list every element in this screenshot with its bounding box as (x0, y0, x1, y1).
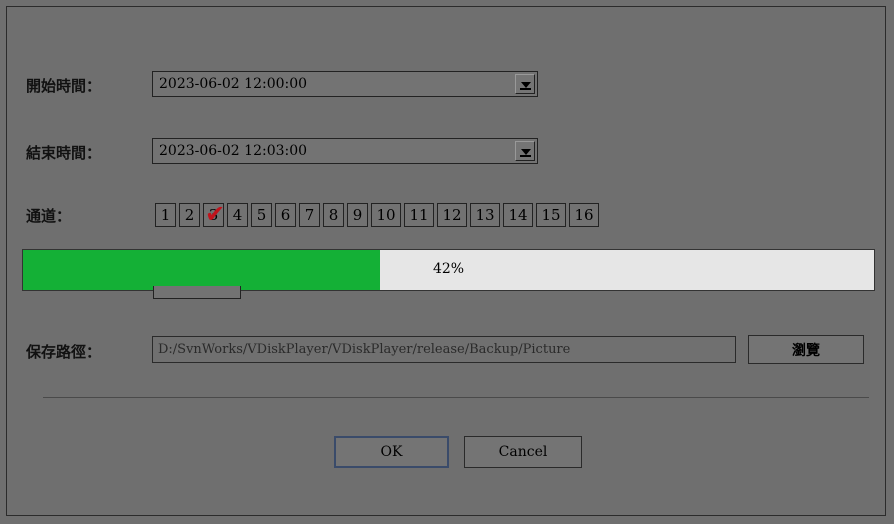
channel-number: 8 (328, 206, 339, 224)
channel-number: 12 (442, 206, 462, 224)
channel-checkbox-4[interactable]: 4 (227, 203, 248, 227)
channel-selector: 1 2 3 ✔ 4 5 6 7 8 9 10 11 12 13 14 15 16 (155, 200, 602, 228)
channel-checkbox-2[interactable]: 2 (179, 203, 200, 227)
channel-number: 11 (409, 206, 429, 224)
end-time-label: 結束時間： (26, 144, 102, 162)
browse-button[interactable]: 瀏覽 (748, 335, 864, 364)
channel-number: 13 (475, 206, 495, 224)
hidden-button (153, 286, 241, 299)
channel-checkbox-7[interactable]: 7 (299, 203, 320, 227)
channel-checkbox-9[interactable]: 9 (347, 203, 368, 227)
channel-checkbox-12[interactable]: 12 (437, 203, 467, 227)
channel-checkbox-3[interactable]: 3 ✔ (203, 200, 226, 228)
channel-number: 14 (508, 206, 528, 224)
start-time-combo[interactable]: 2023-06-02 12:00:00 (152, 71, 538, 97)
channel-number: 9 (352, 206, 363, 224)
ok-button[interactable]: OK (334, 436, 449, 468)
channel-checkbox-1[interactable]: 1 (155, 203, 176, 227)
channel-checkbox-14[interactable]: 14 (503, 203, 533, 227)
separator (43, 397, 869, 398)
channel-checkbox-16[interactable]: 16 (569, 203, 599, 227)
channel-number: 15 (541, 206, 561, 224)
channel-checkbox-6[interactable]: 6 (275, 203, 296, 227)
channel-checkbox-13[interactable]: 13 (470, 203, 500, 227)
end-time-combo[interactable]: 2023-06-02 12:03:00 (152, 138, 538, 164)
channel-number: 7 (304, 206, 315, 224)
save-path-field[interactable]: D:/SvnWorks/VDiskPlayer/VDiskPlayer/rele… (152, 336, 736, 363)
chevron-down-icon[interactable] (515, 74, 535, 94)
channel-checkbox-11[interactable]: 11 (404, 203, 434, 227)
channel-number: 1 (160, 206, 171, 224)
channel-number: 2 (184, 206, 195, 224)
cancel-button[interactable]: Cancel (464, 436, 582, 468)
end-time-value: 2023-06-02 12:03:00 (159, 143, 308, 159)
channel-number: 4 (232, 206, 243, 224)
channel-label: 通道： (26, 207, 72, 225)
channel-checkbox-10[interactable]: 10 (371, 203, 401, 227)
chevron-down-icon[interactable] (515, 141, 535, 161)
channel-number: 16 (574, 206, 594, 224)
check-icon: ✔ (205, 200, 226, 228)
channel-checkbox-8[interactable]: 8 (323, 203, 344, 227)
start-time-value: 2023-06-02 12:00:00 (159, 76, 308, 92)
channel-checkbox-15[interactable]: 15 (536, 203, 566, 227)
start-time-label: 開始時間： (26, 77, 102, 95)
channel-number: 5 (256, 206, 267, 224)
channel-checkbox-5[interactable]: 5 (251, 203, 272, 227)
save-path-label: 保存路徑： (26, 343, 102, 361)
progress-bar: 42% (22, 249, 875, 291)
channel-number: 10 (376, 206, 396, 224)
channel-number: 6 (280, 206, 291, 224)
progress-text: 42% (432, 261, 465, 277)
